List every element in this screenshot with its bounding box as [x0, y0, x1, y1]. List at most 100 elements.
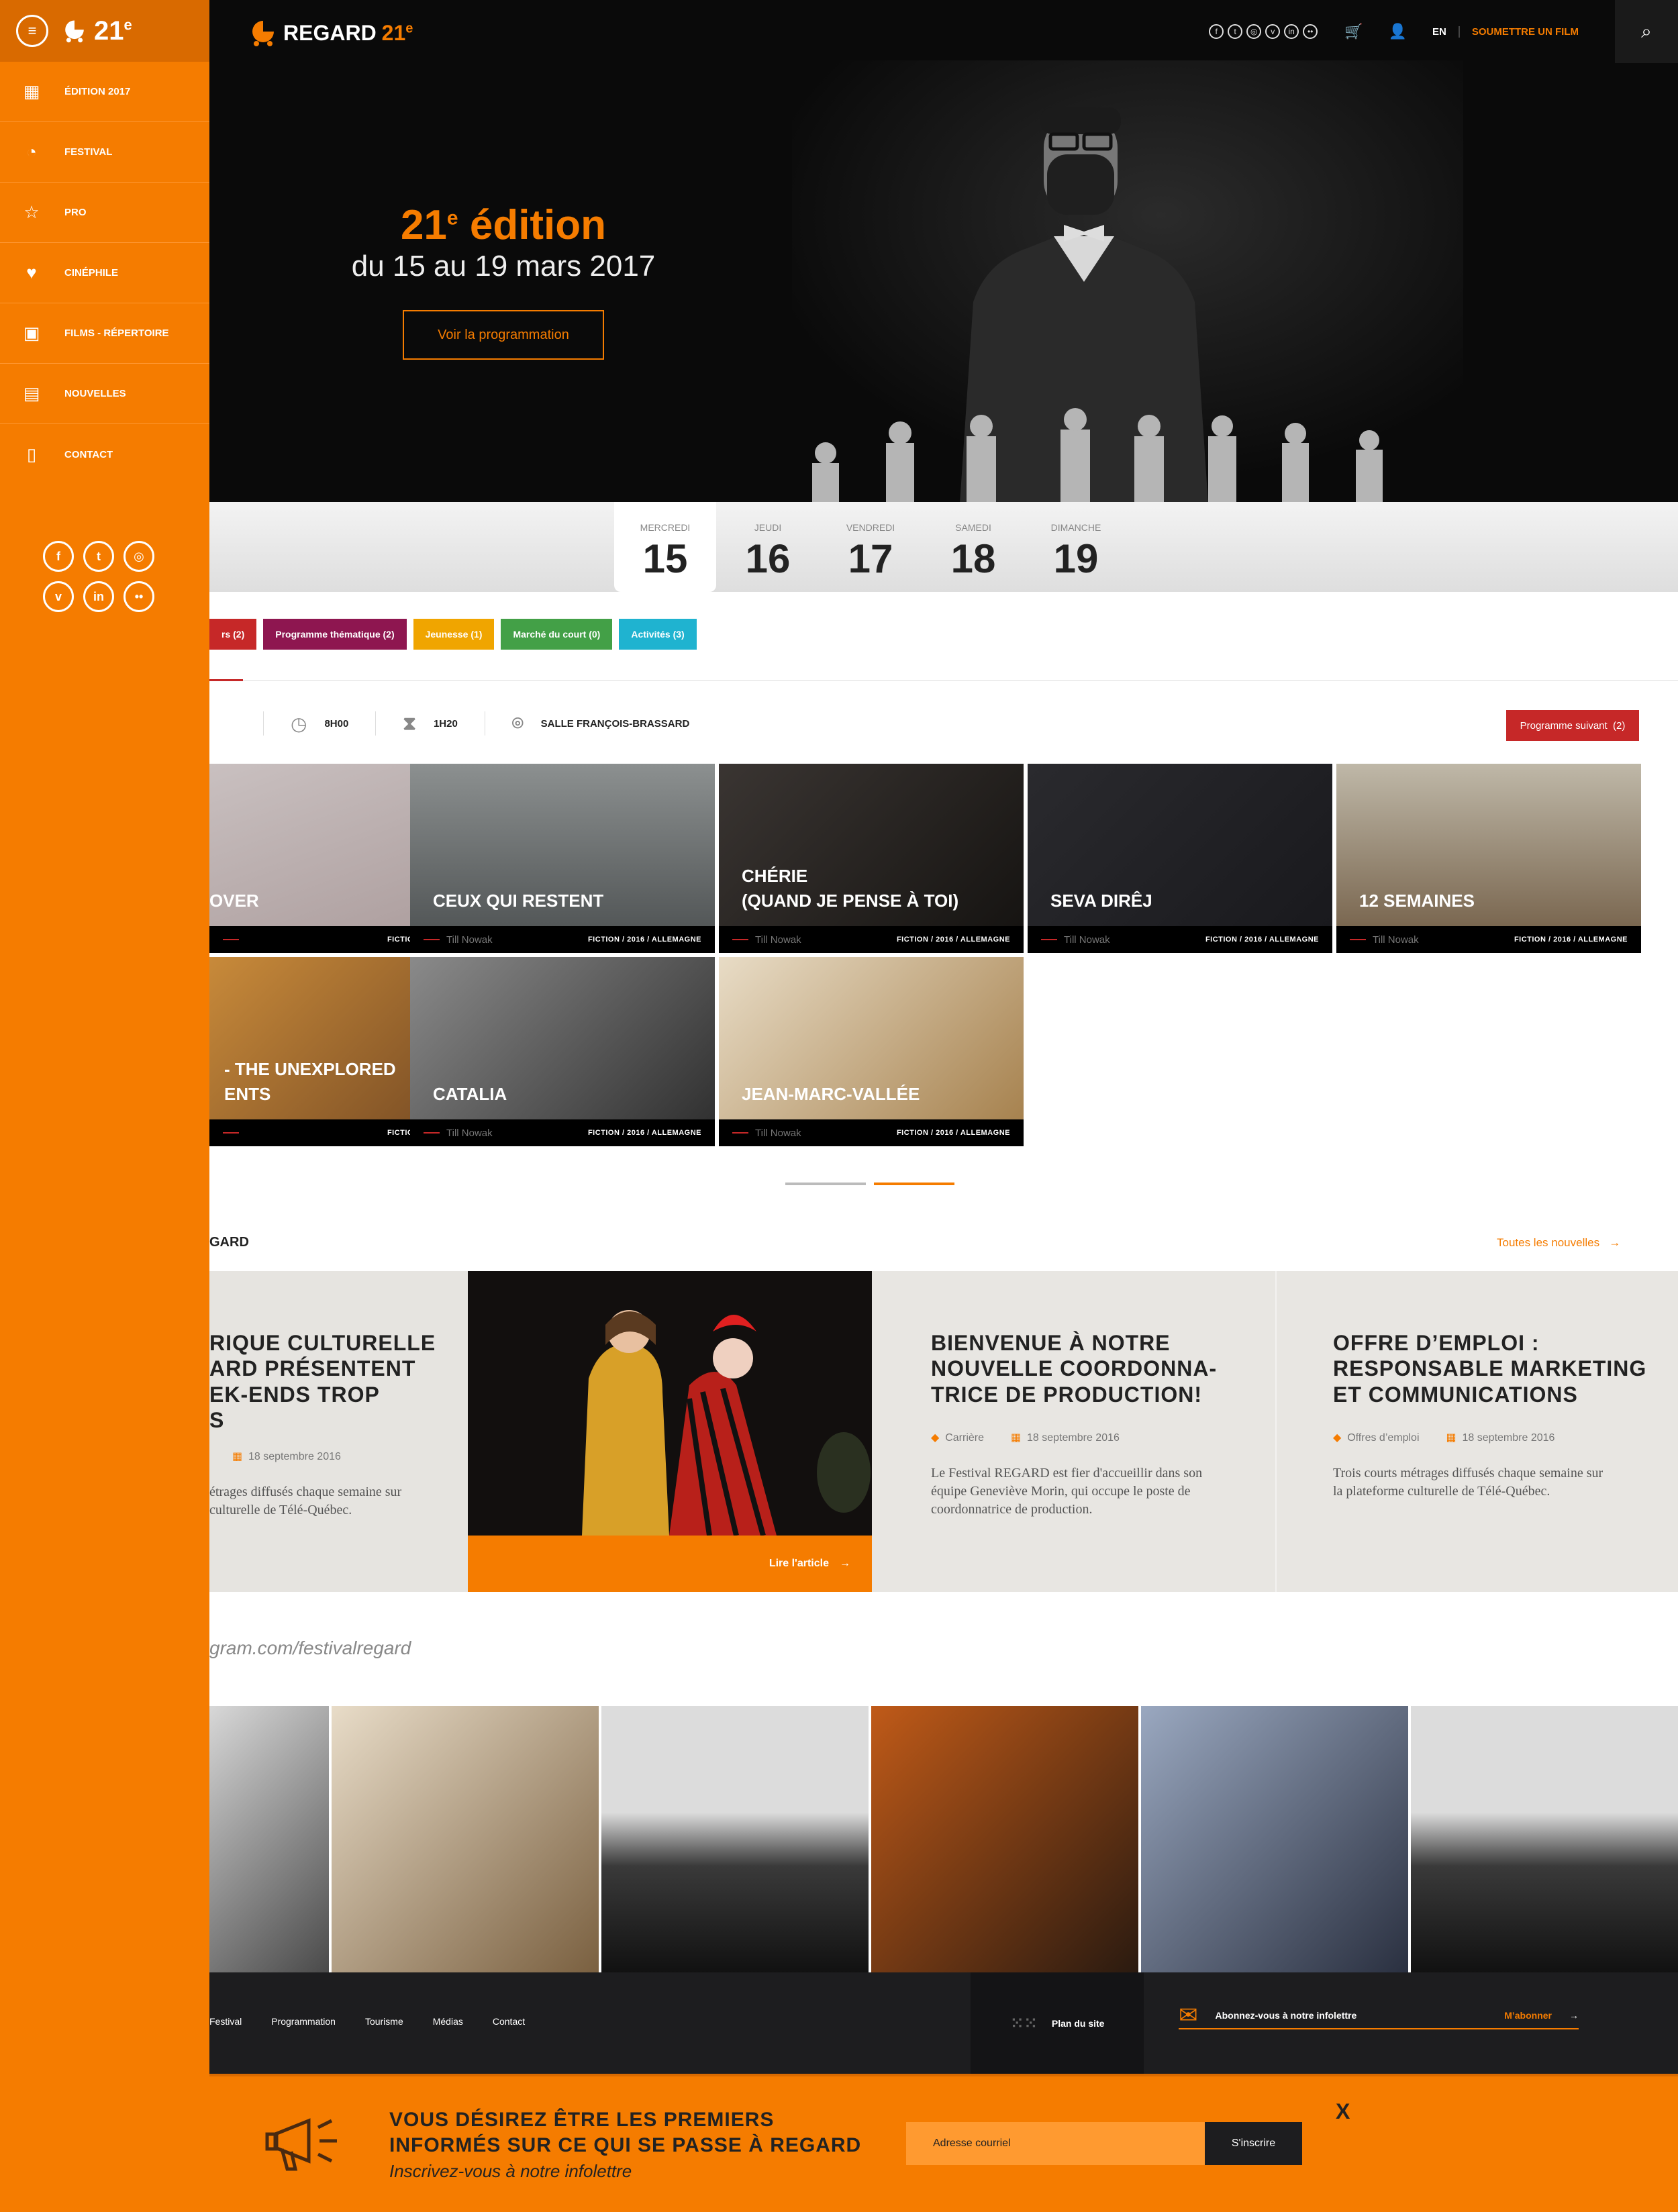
cart-icon[interactable]: 🛒	[1344, 23, 1363, 40]
carousel-page-2[interactable]	[874, 1183, 954, 1185]
sidebar-item-contact[interactable]: ▯ CONTACT	[0, 424, 209, 485]
news-date-value: 18 septembre 2016	[1027, 1432, 1120, 1444]
news-card[interactable]: BIENVENUE À NOTRE NOUVELLE COORDONNA- TRIC…	[872, 1271, 1275, 1592]
footer-link-programmation[interactable]: Programmation	[271, 2016, 336, 2027]
news-date: ▦ 18 septembre 2016	[1011, 1431, 1120, 1444]
sidebar-item-edition[interactable]: ▦ ÉDITION 2017	[0, 62, 209, 122]
footer-newsletter[interactable]: ✉ Abonnez-vous à notre infolettre M’abonne…	[1179, 2003, 1579, 2029]
instagram-photo[interactable]	[871, 1706, 1138, 1972]
news-title-line: EK-ENDS TROP	[209, 1382, 380, 1407]
hero-title: 21e édition	[336, 201, 671, 249]
film-meta-bar: Till Nowak FICTION / 2016 / ALLEMAGNE	[410, 926, 715, 953]
user-icon[interactable]: 👤	[1389, 23, 1407, 40]
sidebar-item-news[interactable]: ▤ NOUVELLES	[0, 364, 209, 424]
film-card[interactable]: CATALIA Till Nowak FICTION / 2016 / ALLEM…	[410, 957, 715, 1146]
sidebar-item-festival[interactable]: ◔ FESTIVAL	[0, 122, 209, 183]
instagram-photo[interactable]	[1141, 1706, 1408, 1972]
search-button[interactable]: ⌕	[1615, 0, 1678, 63]
newspaper-icon: ▤	[23, 383, 40, 403]
film-director: Till Nowak	[424, 1127, 588, 1139]
film-card[interactable]: SEVA DIRÊJ Till Nowak FICTION / 2016 / AL…	[1028, 764, 1332, 953]
footer-link-festival[interactable]: Festival	[209, 2016, 242, 2027]
language-switch[interactable]: EN	[1432, 26, 1460, 38]
instagram-photo[interactable]	[209, 1706, 329, 1972]
news-title-line: ET COMMUNICATIONS	[1333, 1382, 1578, 1407]
program-button[interactable]: Voir la programmation	[403, 310, 604, 360]
film-meta-bar: Till Nowak FICTION / 2016 / ALLEMAGNE	[719, 1119, 1024, 1146]
instagram-photo[interactable]	[601, 1706, 869, 1972]
film-category: FICTION / 2016 / ALLEMAGNE	[896, 1129, 1010, 1137]
vimeo-icon[interactable]: v	[43, 581, 74, 612]
date-tab-17[interactable]: VENDREDI 17	[820, 502, 922, 592]
next-program-label: Programme suivant	[1520, 719, 1608, 732]
date-tab-19[interactable]: DIMANCHE 19	[1025, 502, 1127, 592]
twitter-icon[interactable]: t	[83, 541, 114, 572]
facebook-icon[interactable]: f	[1209, 24, 1224, 39]
sidebar-item-label: ÉDITION 2017	[64, 86, 131, 97]
film-card[interactable]: 12 SEMAINES Till Nowak FICTION / 2016 / A…	[1336, 764, 1641, 953]
close-icon[interactable]: X	[1336, 2099, 1350, 2124]
sitemap-link[interactable]: ⁙⁙ Plan du site	[971, 1972, 1144, 2074]
hourglass-icon: ⧗	[403, 712, 416, 734]
footer-link-contact[interactable]: Contact	[493, 2016, 525, 2027]
linkedin-icon[interactable]: in	[1284, 24, 1299, 39]
signup-button[interactable]: S'inscrire	[1205, 2122, 1302, 2165]
divider	[263, 711, 264, 736]
news-date-value: 18 septembre 2016	[248, 1451, 341, 1462]
filter-thematic[interactable]: Programme thématique (2)	[263, 619, 407, 650]
email-field[interactable]: Adresse courriel	[906, 2122, 1205, 2165]
date-day-name: DIMANCHE	[1050, 522, 1101, 533]
filter-market[interactable]: Marché du court (0)	[501, 619, 613, 650]
submit-film-link[interactable]: SOUMETTRE UN FILM	[1472, 26, 1579, 38]
film-director: Till Nowak	[424, 934, 588, 946]
sidebar-logo[interactable]: 21e	[62, 16, 132, 46]
footer-link-medias[interactable]: Médias	[433, 2016, 463, 2027]
instagram-icon[interactable]: ◎	[124, 541, 154, 572]
instagram-photo[interactable]	[332, 1706, 599, 1972]
sidebar-item-cinephile[interactable]: ♥ CINÉPHILE	[0, 243, 209, 303]
next-program-count: (2)	[1613, 719, 1626, 732]
date-tab-16[interactable]: JEUDI 16	[717, 502, 819, 592]
film-card[interactable]: CHÉRIE (QUAND JE PENSE À TOI) Till Nowak F…	[719, 764, 1024, 953]
linkedin-icon[interactable]: in	[83, 581, 114, 612]
instagram-icon[interactable]: ◎	[1246, 24, 1262, 39]
filter-activities[interactable]: Activités (3)	[619, 619, 697, 650]
twitter-icon[interactable]: t	[1228, 24, 1243, 39]
instagram-link[interactable]: gram.com/festivalregard	[209, 1638, 411, 1659]
facebook-icon[interactable]: f	[43, 541, 74, 572]
news-meta: ◆ Carrière ▦ 18 septembre 2016	[931, 1431, 1120, 1444]
tag-icon: ◆	[931, 1432, 940, 1444]
session-time: ◷ 8H00	[291, 713, 348, 735]
hero-photo	[792, 60, 1463, 502]
date-tab-15[interactable]: MERCREDI 15	[614, 502, 716, 592]
megaphone-icon	[265, 2118, 337, 2171]
news-card[interactable]: RIQUE CULTURELLE ARD PRÉSENTENT EK-ENDS TR…	[209, 1271, 468, 1592]
all-news-link[interactable]: Toutes les nouvelles →	[1497, 1236, 1620, 1250]
film-card[interactable]: JEAN-MARC-VALLÉE Till Nowak FICTION / 201…	[719, 957, 1024, 1146]
menu-icon[interactable]: ≡	[16, 15, 48, 47]
flickr-icon[interactable]: ••	[124, 581, 154, 612]
carousel-page-1[interactable]	[785, 1183, 866, 1185]
film-title: - THE UNEXPLORED ENTS	[224, 1057, 396, 1106]
footer-link-tourisme[interactable]: Tourisme	[365, 2016, 403, 2027]
read-article-button[interactable]: Lire l'article →	[468, 1536, 872, 1592]
logo-number: 21	[381, 20, 406, 45]
stroller-logo-icon	[65, 20, 84, 43]
site-logo[interactable]: REGARD 21e	[248, 16, 413, 50]
date-tab-18[interactable]: SAMEDI 18	[922, 502, 1024, 592]
news-date-value: 18 septembre 2016	[1462, 1432, 1555, 1444]
filter-competition[interactable]: rs (2)	[209, 619, 257, 650]
film-title-line: (QUAND JE PENSE À TOI)	[742, 890, 959, 911]
film-card[interactable]: CEUX QUI RESTENT Till Nowak FICTION / 201…	[410, 764, 715, 953]
news-card-featured[interactable]: Lire l'article →	[468, 1271, 872, 1592]
sidebar-logo-number: 21	[94, 15, 124, 46]
sidebar-item-films[interactable]: ▣ FILMS - RÉPERTOIRE	[0, 303, 209, 364]
news-card[interactable]: OFFRE D’EMPLOI : RESPONSABLE MARKETING ET …	[1275, 1271, 1678, 1592]
sidebar-item-pro[interactable]: ☆ PRO	[0, 183, 209, 243]
instagram-photo[interactable]	[1411, 1706, 1678, 1972]
flickr-icon[interactable]: ••	[1303, 24, 1318, 39]
subscribe-link[interactable]: M’abonner	[1504, 2010, 1552, 2021]
next-program-button[interactable]: Programme suivant (2)	[1506, 710, 1639, 741]
filter-youth[interactable]: Jeunesse (1)	[413, 619, 495, 650]
vimeo-icon[interactable]: v	[1265, 24, 1281, 39]
